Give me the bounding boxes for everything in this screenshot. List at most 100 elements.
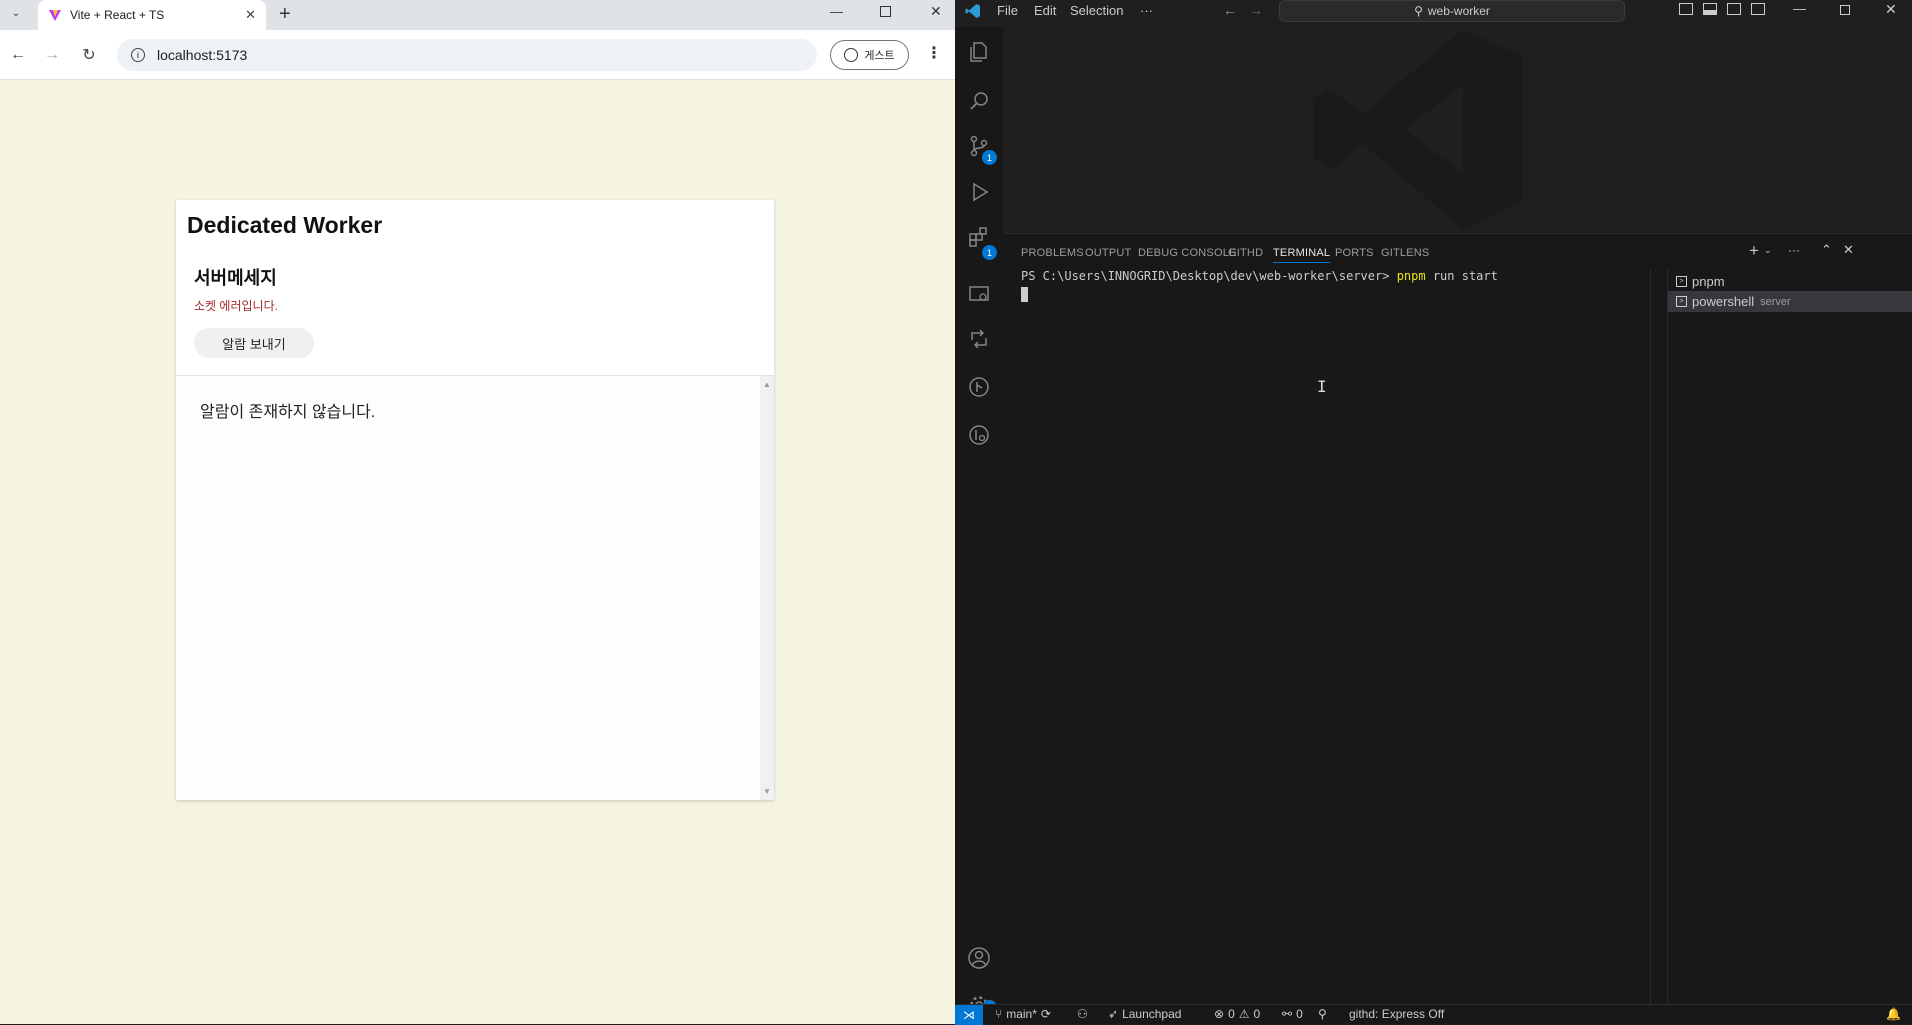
status-bar: ⋊ ⑂ main* ⟳ ⚇ ➶ Launchpad ⊗ 0 ⚠ 0 ⚯ 0 ⚲ … <box>955 1004 1912 1025</box>
tab-title: Vite + React + TS <box>70 8 165 22</box>
remote-explorer-icon[interactable] <box>955 274 1003 314</box>
search-view-icon[interactable] <box>955 81 1003 121</box>
search-icon: ⚲ <box>1414 4 1423 18</box>
tab-githd[interactable]: GITHD <box>1228 247 1263 259</box>
terminal-args: run start <box>1425 269 1498 283</box>
guest-label: 게스트 <box>864 50 895 62</box>
terminal-icon: > <box>1676 275 1687 287</box>
live-share-status-icon[interactable]: ⚇ <box>1077 1007 1088 1021</box>
browser-tab[interactable]: Vite + React + TS ✕ <box>38 0 266 30</box>
chrome-close-icon[interactable]: ✕ <box>930 3 942 20</box>
terminal-icon: > <box>1676 296 1687 307</box>
toggle-sidebar-icon[interactable] <box>1679 3 1693 15</box>
explorer-icon[interactable] <box>955 32 1003 72</box>
debug-launch-icon[interactable]: ⚲ <box>1318 1007 1327 1021</box>
vscode-maximize-icon[interactable] <box>1840 5 1850 15</box>
terminal-item-name: powershell <box>1692 294 1755 309</box>
vscode-watermark-icon <box>1313 29 1523 229</box>
tab-ports[interactable]: PORTS <box>1335 247 1374 259</box>
branch-icon: ⑂ <box>995 1007 1003 1021</box>
tab-strip: ⌄ Vite + React + TS ✕ + — ✕ <box>0 0 955 30</box>
tab-search-icon[interactable]: ⌄ <box>4 1 28 25</box>
tab-gitlens[interactable]: GITLENS <box>1381 247 1429 259</box>
githd-status-text: githd: Express Off <box>1349 1007 1445 1021</box>
server-message-heading: 서버메세지 <box>194 268 277 288</box>
site-info-icon[interactable]: i <box>131 48 145 62</box>
terminal-item-pnpm[interactable]: > pnpm <box>1668 271 1912 291</box>
toggle-panel-icon[interactable] <box>1703 3 1717 15</box>
new-tab-icon[interactable]: + <box>279 3 291 26</box>
text-cursor-icon: I <box>1317 377 1327 396</box>
toggle-secondary-sidebar-icon[interactable] <box>1727 3 1741 15</box>
terminal-item-powershell[interactable]: > powershell server <box>1668 291 1912 312</box>
chrome-maximize-icon[interactable] <box>880 6 891 17</box>
reload-icon[interactable]: ↻ <box>75 41 103 69</box>
scm-badge: 1 <box>982 150 997 165</box>
menu-file[interactable]: File <box>997 3 1018 18</box>
launchpad-label: Launchpad <box>1122 1007 1182 1021</box>
ports-count: 0 <box>1296 1007 1303 1021</box>
tab-output[interactable]: OUTPUT <box>1085 247 1131 259</box>
terminal-cursor <box>1021 287 1028 302</box>
menu-edit[interactable]: Edit <box>1034 3 1056 18</box>
sync-icon[interactable]: ⟳ <box>1041 1007 1051 1021</box>
chrome-minimize-icon[interactable]: — <box>830 4 843 19</box>
browser-window: ⌄ Vite + React + TS ✕ + — ✕ ← → ↻ i loca… <box>0 0 955 1024</box>
tab-problems[interactable]: PROBLEMS <box>1021 247 1084 259</box>
nav-back-icon[interactable]: ← <box>1223 2 1237 18</box>
more-menu-icon[interactable]: ⋮ <box>926 43 942 63</box>
terminal-item-detail: server <box>1760 295 1791 308</box>
launchpad-item[interactable]: ➶ Launchpad <box>1108 1007 1181 1021</box>
scroll-up-icon[interactable]: ▲ <box>763 380 771 389</box>
editor-area <box>1003 27 1912 233</box>
close-panel-icon[interactable]: ✕ <box>1843 242 1854 258</box>
nav-forward-icon[interactable]: → <box>1249 2 1263 18</box>
menu-selection[interactable]: Selection <box>1070 3 1123 18</box>
forward-icon[interactable]: → <box>38 41 66 69</box>
address-bar[interactable]: i localhost:5173 <box>117 39 817 71</box>
run-debug-icon[interactable] <box>955 172 1003 212</box>
vscode-titlebar: File Edit Selection ··· ← → ⚲ web-worker… <box>955 0 1912 22</box>
command-center[interactable]: ⚲ web-worker <box>1279 0 1625 22</box>
notifications-bell-icon[interactable]: 🔔 <box>1886 1007 1901 1021</box>
accounts-icon[interactable] <box>955 938 1003 978</box>
browser-toolbar: ← → ↻ i localhost:5173 게스트 ⋮ <box>0 30 955 80</box>
tab-debug-console[interactable]: DEBUG CONSOLE <box>1138 247 1237 259</box>
bottom-panel: PROBLEMS OUTPUT DEBUG CONSOLE GITHD TERM… <box>1003 233 1912 1005</box>
back-icon[interactable]: ← <box>4 41 32 69</box>
antenna-icon: ⚯ <box>1282 1007 1293 1021</box>
branch-name: main* <box>1006 1007 1037 1021</box>
alarm-list: 알람이 존재하지 않습니다. <box>176 376 774 800</box>
problems-item[interactable]: ⊗ 0 ⚠ 0 <box>1214 1007 1260 1021</box>
empty-alarm-text: 알람이 존재하지 않습니다. <box>200 404 376 421</box>
remote-indicator-icon[interactable]: ⋊ <box>955 1005 983 1025</box>
maximize-panel-icon[interactable]: ⌃ <box>1821 242 1832 258</box>
url-text: localhost:5173 <box>157 47 248 63</box>
terminal-scrollbar[interactable] <box>1650 269 1651 1005</box>
new-terminal-icon[interactable]: + <box>1749 241 1759 261</box>
githd-status[interactable]: githd: Express Off <box>1349 1007 1444 1021</box>
terminal-item-name: pnpm <box>1692 273 1725 289</box>
githd-icon[interactable] <box>955 415 1003 455</box>
send-alarm-button[interactable]: 알람 보내기 <box>194 328 314 358</box>
terminal-command: pnpm <box>1396 269 1426 283</box>
vscode-close-icon[interactable]: ✕ <box>1885 1 1897 18</box>
vscode-logo-icon <box>965 4 980 18</box>
scroll-down-icon[interactable]: ▼ <box>763 787 771 796</box>
customize-layout-icon[interactable] <box>1751 3 1765 15</box>
panel-more-icon[interactable]: ··· <box>1788 243 1800 257</box>
menu-more[interactable]: ··· <box>1140 3 1153 18</box>
alarm-list-scrollbar[interactable]: ▲ ▼ <box>760 376 774 800</box>
vscode-minimize-icon[interactable]: — <box>1793 1 1806 16</box>
terminal-output[interactable]: PS C:\Users\INNOGRID\Desktop\dev\web-wor… <box>1003 269 1628 1005</box>
branch-item[interactable]: ⑂ main* ⟳ <box>995 1007 1051 1021</box>
live-share-icon[interactable] <box>955 319 1003 359</box>
tab-terminal[interactable]: TERMINAL <box>1273 247 1331 263</box>
vscode-window: File Edit Selection ··· ← → ⚲ web-worker… <box>955 0 1912 1025</box>
ports-item[interactable]: ⚯ 0 <box>1282 1007 1303 1021</box>
guest-profile-button[interactable]: 게스트 <box>830 40 909 70</box>
gitlens-icon[interactable] <box>955 367 1003 407</box>
terminal-dropdown-icon[interactable]: ⌄ <box>1764 245 1772 256</box>
tab-close-icon[interactable]: ✕ <box>245 7 256 23</box>
rocket-icon: ➶ <box>1108 1007 1119 1021</box>
